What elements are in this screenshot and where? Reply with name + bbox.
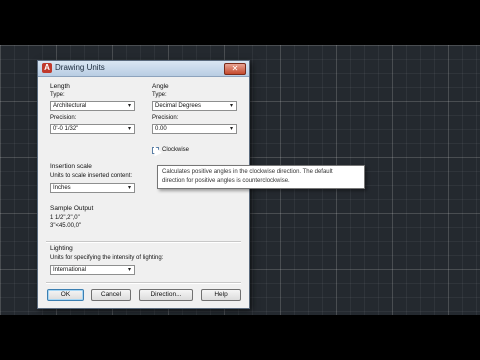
angle-type-select[interactable]: Decimal Degrees ▾ (152, 101, 237, 111)
length-type-value: Architectural (53, 103, 87, 109)
insertion-scale-group-label: Insertion scale (50, 163, 92, 170)
chevron-down-icon: ▾ (127, 103, 131, 109)
length-precision-label: Precision: (50, 115, 77, 121)
cancel-button[interactable]: Cancel (91, 289, 131, 301)
direction-button[interactable]: Direction... (139, 289, 193, 301)
clockwise-tooltip: Calculates positive angles in the clockw… (157, 165, 365, 189)
insertion-units-select[interactable]: Inches ▾ (50, 183, 135, 193)
separator (46, 241, 241, 243)
chevron-down-icon: ▾ (127, 185, 131, 191)
chevron-down-icon: ▾ (127, 126, 131, 132)
angle-precision-label: Precision: (152, 115, 179, 121)
sample-output-line-1: 1 1/2",2",0" (50, 215, 80, 221)
sample-output-group-label: Sample Output (50, 205, 94, 212)
sample-output-line-2: 3"<45.00,0" (50, 223, 82, 229)
lighting-units-select[interactable]: International ▾ (50, 265, 135, 275)
dialog-titlebar[interactable]: A Drawing Units ✕ (38, 61, 249, 77)
length-group-label: Length (50, 83, 70, 90)
ok-button[interactable]: OK (47, 289, 84, 301)
length-precision-select[interactable]: 0'-0 1/32" ▾ (50, 124, 135, 134)
tooltip-line-2: direction for positive angles is counter… (162, 178, 290, 184)
insertion-units-label: Units to scale inserted content: (50, 173, 133, 179)
lighting-units-value: International (53, 267, 87, 273)
lighting-group-label: Lighting (50, 245, 73, 252)
clockwise-label[interactable]: Clockwise (162, 147, 189, 153)
autocad-app-icon: A (42, 63, 52, 73)
dialog-title: Drawing Units (55, 63, 105, 72)
angle-precision-value: 0.00 (155, 126, 167, 132)
separator (46, 282, 241, 284)
angle-group-label: Angle (152, 83, 169, 90)
angle-type-label: Type: (152, 92, 167, 98)
length-type-label: Type: (50, 92, 65, 98)
help-button[interactable]: Help (201, 289, 241, 301)
angle-type-value: Decimal Degrees (155, 103, 202, 109)
length-precision-value: 0'-0 1/32" (53, 126, 79, 132)
angle-precision-select[interactable]: 0.00 ▾ (152, 124, 237, 134)
lighting-units-label: Units for specifying the intensity of li… (50, 255, 164, 261)
length-type-select[interactable]: Architectural ▾ (50, 101, 135, 111)
tooltip-line-1: Calculates positive angles in the clockw… (162, 169, 333, 175)
chevron-down-icon: ▾ (229, 126, 233, 132)
chevron-down-icon: ▾ (127, 267, 131, 273)
insertion-units-value: Inches (53, 185, 71, 191)
close-button[interactable]: ✕ (224, 63, 246, 75)
chevron-down-icon: ▾ (229, 103, 233, 109)
